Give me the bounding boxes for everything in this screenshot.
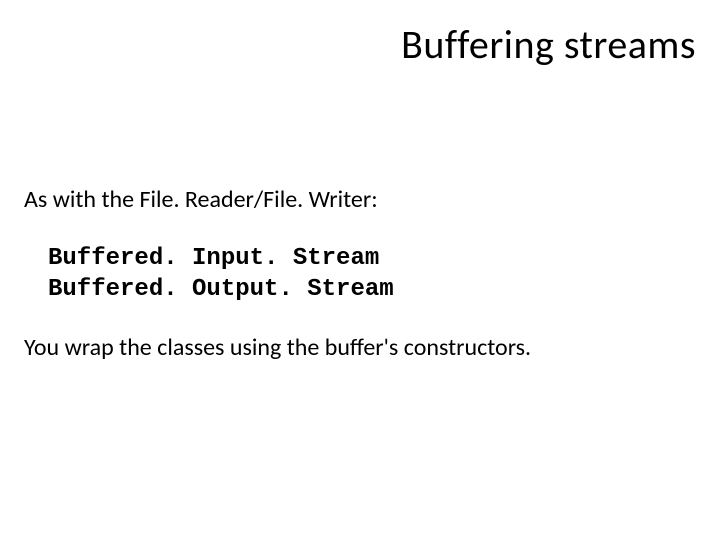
outro-text: You wrap the classes using the buffer's … <box>24 333 696 363</box>
slide-title: Buffering streams <box>401 20 696 69</box>
slide-body: As with the File. Reader/File. Writer: B… <box>24 185 696 363</box>
intro-text: As with the File. Reader/File. Writer: <box>24 185 696 215</box>
slide: Buffering streams As with the File. Read… <box>0 0 720 540</box>
code-line-2: Buffered. Output. Stream <box>48 274 696 305</box>
code-block: Buffered. Input. Stream Buffered. Output… <box>48 243 696 305</box>
code-line-1: Buffered. Input. Stream <box>48 243 696 274</box>
